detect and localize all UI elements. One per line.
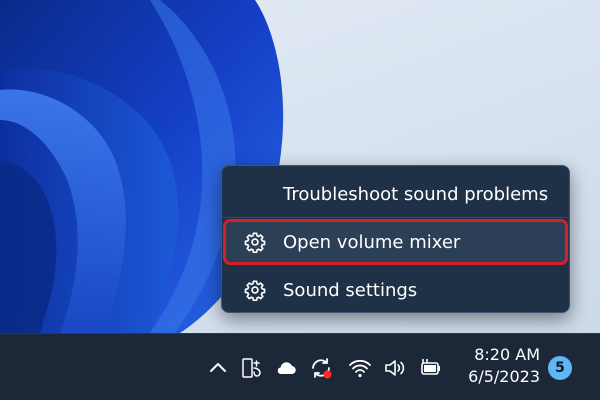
sound-context-menu: Troubleshoot sound problems Open volume … [221, 165, 570, 313]
volume-icon[interactable] [383, 356, 407, 380]
battery-icon[interactable] [418, 356, 442, 380]
gear-icon [244, 232, 266, 253]
clock-date: 6/5/2023 [468, 367, 540, 386]
sync-status-dot [323, 370, 332, 379]
notification-badge[interactable]: 5 [548, 356, 572, 380]
cloud-icon[interactable] [274, 356, 298, 380]
menu-item-sound-settings[interactable]: Sound settings [226, 270, 565, 310]
menu-item-label: Troubleshoot sound problems [283, 183, 549, 205]
menu-item-open-volume-mixer[interactable]: Open volume mixer [223, 219, 568, 265]
menu-item-label: Sound settings [283, 279, 418, 301]
sync-icon[interactable] [309, 356, 333, 380]
menu-item-label: Open volume mixer [283, 231, 461, 253]
chevron-up-icon[interactable] [206, 356, 230, 380]
gear-icon [244, 280, 266, 301]
language-icon[interactable] [241, 356, 265, 380]
taskbar-clock[interactable]: 8:20 AM 6/5/2023 [462, 344, 540, 388]
menu-separator [222, 217, 569, 218]
taskbar: 8:20 AM 6/5/2023 5 [0, 333, 600, 400]
clock-time: 8:20 AM [474, 345, 540, 364]
wifi-icon[interactable] [348, 356, 372, 380]
menu-item-troubleshoot-sound[interactable]: Troubleshoot sound problems [226, 174, 565, 214]
